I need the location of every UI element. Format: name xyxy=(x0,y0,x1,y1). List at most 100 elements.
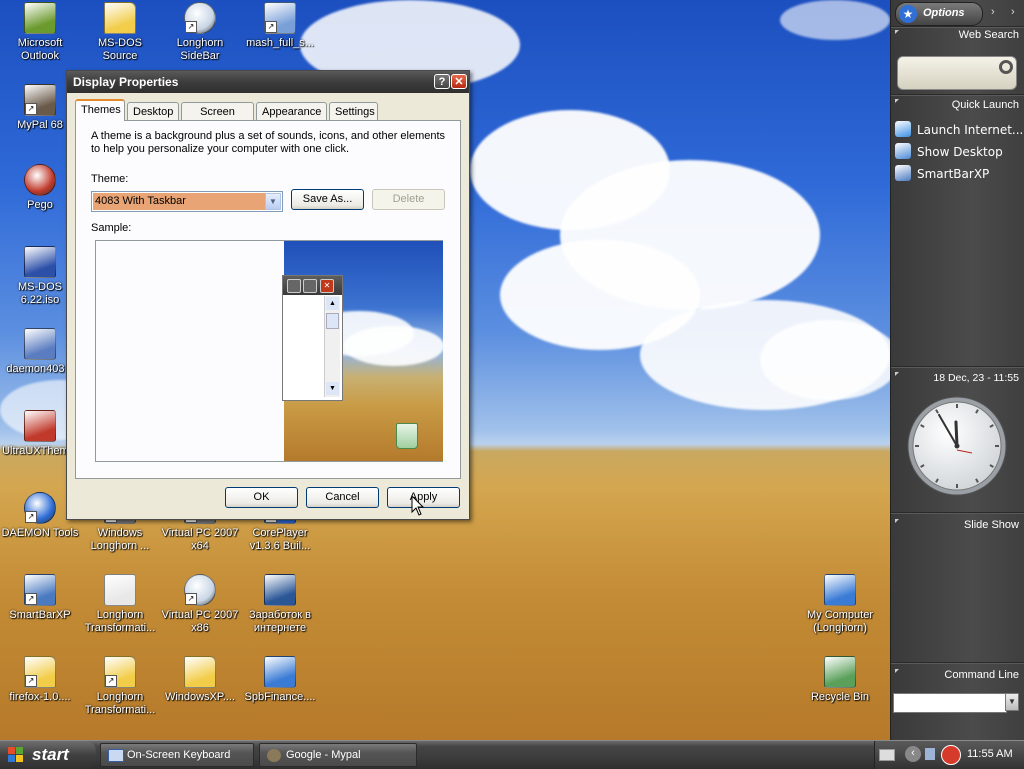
save-as-button[interactable]: Save As... xyxy=(291,189,364,210)
taskbar-button-on-screen-keyboard[interactable]: On-Screen Keyboard xyxy=(100,743,254,767)
desktop-icon[interactable]: WindowsXP.... xyxy=(160,656,240,704)
shortcut-arrow-icon: ↗ xyxy=(25,593,37,605)
web-search-input[interactable] xyxy=(897,56,1017,90)
start-button[interactable]: start xyxy=(0,741,96,769)
command-line-input[interactable] xyxy=(893,693,1007,713)
themes-panel: A theme is a background plus a set of so… xyxy=(75,120,461,479)
desktop-icon-label: MS-DOS Source xyxy=(98,37,142,62)
daemon-installer-icon xyxy=(24,328,56,360)
quick-launch-item[interactable]: Launch Internet... xyxy=(895,120,1023,140)
smartbar-icon: ↗ xyxy=(24,574,56,606)
taskbar-button-google-mypal[interactable]: Google - Mypal xyxy=(259,743,417,767)
taskbar-task-label: On-Screen Keyboard xyxy=(127,749,231,761)
display-properties-dialog: Display Properties ? ✕ Themes Desktop Scre… xyxy=(66,70,470,520)
desktop-icon-label: WindowsXP.... xyxy=(164,691,236,703)
desktop-icon-label: Virtual PC 2007 x64 xyxy=(161,527,239,552)
sidebar: ★ Options › › Web Search Quick Launch La… xyxy=(890,0,1024,740)
sample-window: ✕ ▲ ▼ xyxy=(282,275,343,401)
desktop-icon[interactable]: Longhorn Transformati... xyxy=(80,574,160,635)
chevron-right-icon[interactable]: › xyxy=(1011,6,1015,18)
taskbar-task-label: Google - Mypal xyxy=(286,749,361,761)
web-search-label: Web Search xyxy=(958,29,1019,41)
desktop-icon[interactable]: My Computer (Longhorn) xyxy=(800,574,880,635)
desktop-icon[interactable]: ↗ SmartBarXP xyxy=(0,574,80,622)
system-tray: ‹ 11:55 AM xyxy=(874,741,1024,769)
zip-folder-icon: ↗ xyxy=(24,656,56,688)
desktop-icon[interactable]: ↗ firefox-1.0.... xyxy=(0,656,80,704)
taskbar-clock[interactable]: 11:55 AM xyxy=(967,748,1013,760)
desktop-icon[interactable]: MS-DOS Source xyxy=(80,2,160,63)
speaker-icon[interactable] xyxy=(925,748,935,760)
desktop-icon[interactable]: ↗ Virtual PC 2007 x86 xyxy=(160,574,240,635)
desktop-icon[interactable]: Recycle Bin xyxy=(800,656,880,704)
tab-screen-saver[interactable]: Screen Saver xyxy=(181,102,254,136)
tab-appearance[interactable]: Appearance xyxy=(256,102,327,120)
theme-select-value: 4083 With Taskbar xyxy=(93,193,265,210)
analog-clock[interactable] xyxy=(906,395,1008,497)
quick-launch-item[interactable]: SmartBarXP xyxy=(895,164,989,184)
keyboard-icon xyxy=(108,749,124,762)
raccoon-icon: ↗ xyxy=(24,84,56,116)
quick-launch-label: Quick Launch xyxy=(951,99,1019,111)
disc-icon: ↗ xyxy=(184,2,216,34)
installer-icon: ↗ xyxy=(264,2,296,34)
desktop-icon-label: Longhorn Transformati... xyxy=(84,691,156,716)
tab-themes[interactable]: Themes xyxy=(75,99,125,121)
options-button[interactable]: ★ Options xyxy=(895,2,983,26)
desktop-icon[interactable]: ↗ mash_full_s... xyxy=(240,2,320,50)
desktop-icon[interactable]: ↗ Longhorn SideBar xyxy=(160,2,240,63)
desktop-icon-label: CorePlayer v1.3.6 Buil... xyxy=(249,527,311,552)
iso-file-icon xyxy=(24,246,56,278)
shortcut-arrow-icon: ↗ xyxy=(25,103,37,115)
theme-select[interactable]: 4083 With Taskbar ▼ xyxy=(91,191,283,212)
magnifier-icon[interactable] xyxy=(999,60,1013,74)
desktop-icon[interactable]: SpbFinance.... xyxy=(240,656,320,704)
chevron-right-icon[interactable]: › xyxy=(991,6,995,18)
daemon-tools-icon: ↗ xyxy=(24,492,56,524)
command-line-label: Command Line xyxy=(944,669,1019,681)
taskbar: start On-Screen Keyboard Google - Mypal … xyxy=(0,740,1024,769)
windows-logo-icon xyxy=(8,747,24,763)
close-icon: ✕ xyxy=(320,279,334,293)
cancel-button[interactable]: Cancel xyxy=(306,487,379,508)
theme-sample-preview: ✕ ▲ ▼ xyxy=(95,240,443,462)
desktop-icon[interactable]: ↗ Longhorn Transformati... xyxy=(80,656,160,717)
slide-show-label: Slide Show xyxy=(963,519,1019,531)
dialog-titlebar[interactable]: Display Properties ? ✕ xyxy=(67,71,469,93)
show-desktop-icon xyxy=(895,143,911,159)
keyboard-tray-icon[interactable] xyxy=(879,749,895,761)
desktop-icon-label: DAEMON Tools xyxy=(1,527,79,539)
my-computer-icon xyxy=(824,574,856,606)
update-icon[interactable] xyxy=(941,745,961,765)
quick-launch-label: SmartBarXP xyxy=(917,167,990,181)
internet-explorer-icon xyxy=(895,121,911,137)
desktop-icon-label: mash_full_s... xyxy=(246,37,314,49)
theme-description: A theme is a background plus a set of so… xyxy=(91,130,446,155)
start-label: start xyxy=(32,745,69,764)
delete-button[interactable]: Delete xyxy=(372,189,445,210)
close-button[interactable]: ✕ xyxy=(451,74,467,89)
chevron-left-icon[interactable]: ‹ xyxy=(905,746,921,762)
zip-folder-icon xyxy=(184,656,216,688)
desktop-icon[interactable]: Microsoft Outlook xyxy=(0,2,80,63)
scroll-thumb xyxy=(326,313,339,329)
help-button[interactable]: ? xyxy=(434,74,450,89)
desktop-icon-label: Заработок в интернете xyxy=(249,609,311,634)
maximize-icon xyxy=(303,279,317,293)
tab-desktop[interactable]: Desktop xyxy=(127,102,179,120)
red-ball-icon xyxy=(24,164,56,196)
monitor-icon xyxy=(24,410,56,442)
quick-launch-item[interactable]: Show Desktop xyxy=(895,142,1003,162)
chevron-down-icon[interactable]: ▼ xyxy=(265,193,281,210)
tab-settings[interactable]: Settings xyxy=(329,102,378,120)
desktop-icon[interactable]: Заработок в интернете xyxy=(240,574,320,635)
shortcut-arrow-icon: ↗ xyxy=(185,21,197,33)
shortcut-arrow-icon: ↗ xyxy=(25,675,37,687)
ok-button[interactable]: OK xyxy=(225,487,298,508)
shortcut-arrow-icon: ↗ xyxy=(265,21,277,33)
mypal-icon xyxy=(267,749,281,762)
desktop-icon-label: SpbFinance.... xyxy=(244,691,316,703)
desktop-icon-label: My Computer (Longhorn) xyxy=(806,609,874,634)
word-document-icon xyxy=(264,574,296,606)
command-line-dropdown-icon[interactable]: ▼ xyxy=(1005,693,1019,711)
